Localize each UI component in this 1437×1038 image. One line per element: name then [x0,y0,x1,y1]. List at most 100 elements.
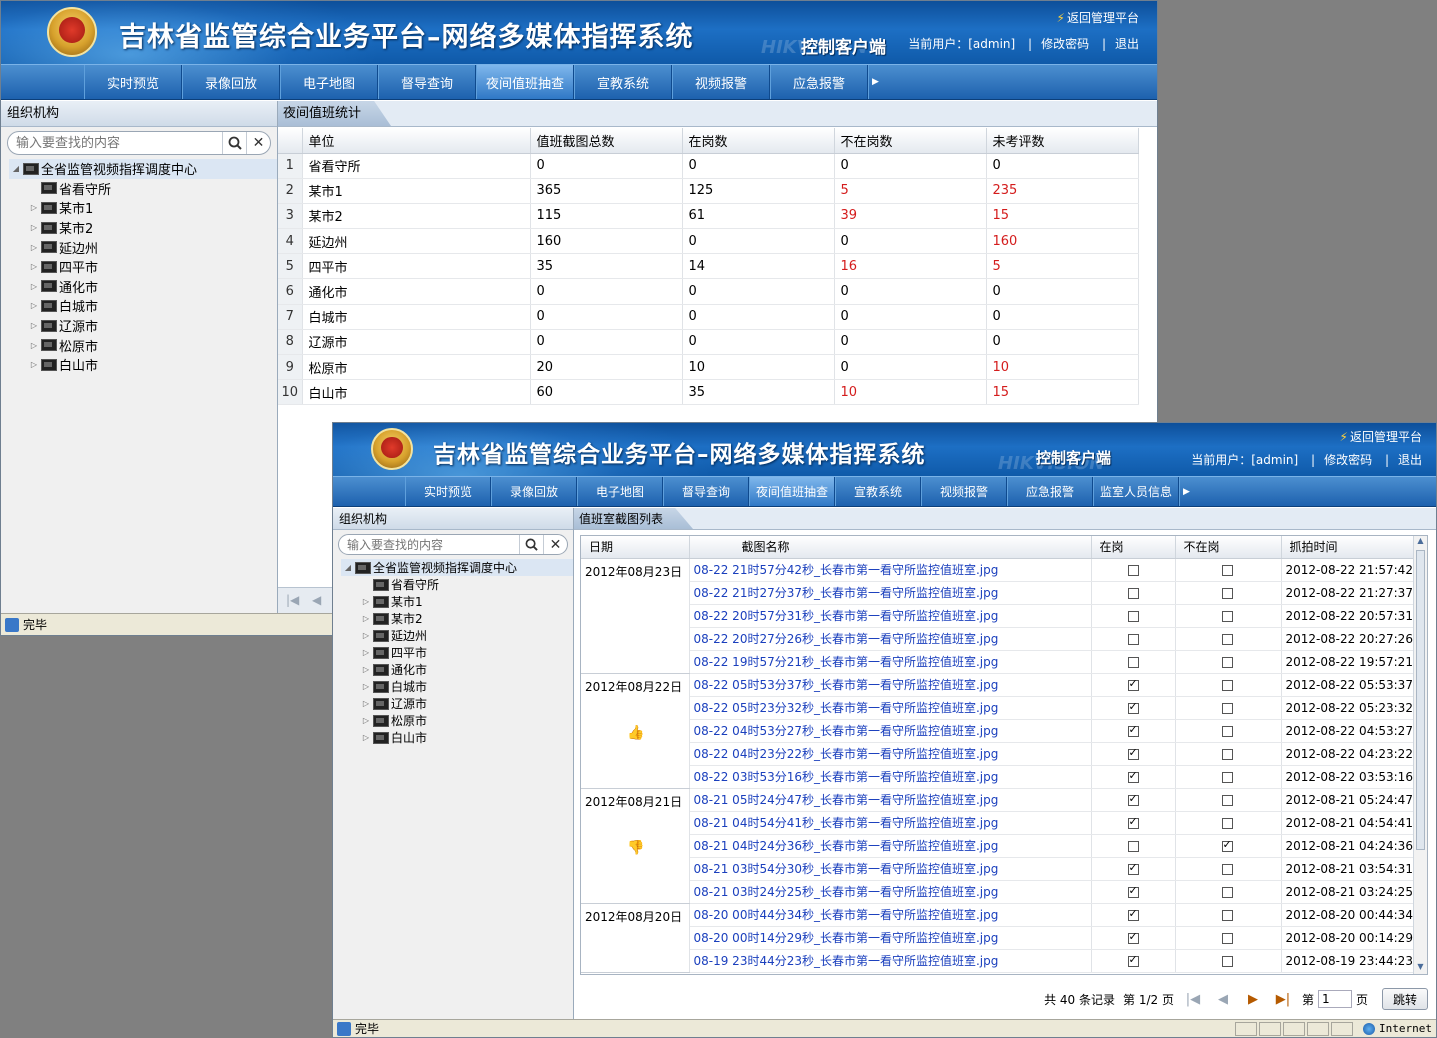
off-duty-checkbox[interactable] [1221,955,1233,967]
expand-arrow-icon[interactable]: ▷ [359,716,373,725]
screenshot-link[interactable]: 08-22 04时53分27秒_长春市第一看守所监控值班室.jpg [689,719,1092,743]
tree-item[interactable]: ▷ 某市1 [9,198,277,218]
nav-item[interactable]: 应急报警 [1007,477,1093,506]
expand-arrow-icon[interactable]: ▷ [359,597,373,606]
tree-item[interactable]: ▷ 辽源市 [9,316,277,336]
expand-arrow-icon[interactable]: ▷ [27,301,41,310]
first-page-icon[interactable]: |◀ [286,593,299,607]
off-duty-checkbox[interactable] [1221,771,1233,783]
table-row[interactable]: 5 四平市 35 14 16 5 [278,253,1139,280]
column-header[interactable]: 在岗 [1091,536,1176,559]
on-duty-checkbox[interactable] [1127,840,1139,852]
table-row[interactable]: 08-21 04时54分41秒_长春市第一看守所监控值班室.jpg 2012-08… [581,811,1427,835]
tree-item[interactable]: ▷ 某市1 [341,593,573,610]
table-row[interactable]: 08-22 20时57分31秒_长春市第一看守所监控值班室.jpg 2012-08… [581,604,1427,628]
table-row[interactable]: 2 某市1 365 125 5 235 [278,178,1139,204]
tree-item[interactable]: ▷ 某市2 [9,218,277,238]
tree-item[interactable]: ▷ 白城市 [9,296,277,316]
on-duty-checkbox[interactable] [1127,861,1139,875]
tree-item[interactable]: ▷ 通化市 [9,277,277,297]
tree-item[interactable]: ▷ 四平市 [9,257,277,277]
logout-link[interactable]: 退出 [1115,37,1139,51]
tree-item[interactable]: ▷ 松原市 [341,712,573,729]
table-row[interactable]: 08-22 03时53分16秒_长春市第一看守所监控值班室.jpg 2012-08… [581,765,1427,789]
column-header[interactable]: 单位 [302,128,531,154]
nav-item[interactable]: 实时预览 [84,65,182,99]
nav-item[interactable]: 视频报警 [672,65,770,99]
return-admin-link[interactable]: ⚡ 返回管理平台 [1340,428,1422,445]
last-page-icon[interactable]: ▶| [1268,992,1298,1007]
table-row[interactable]: 3 某市2 115 61 39 15 [278,203,1139,230]
nav-more-arrow-icon[interactable]: ▶ [868,65,882,99]
off-duty-checkbox[interactable] [1221,886,1233,898]
first-page-icon[interactable]: |◀ [1178,992,1208,1007]
screenshot-link[interactable]: 08-22 19时57分21秒_长春市第一看守所监控值班室.jpg [689,650,1092,674]
org-search-input[interactable] [347,535,517,554]
table-row[interactable]: 08-21 03时24分25秒_长春市第一看守所监控值班室.jpg 2012-08… [581,880,1427,904]
on-duty-checkbox[interactable] [1127,930,1139,944]
expand-arrow-icon[interactable]: ▷ [27,203,41,212]
tree-root[interactable]: ◢ 全省监管视频指挥调度中心 [9,159,277,179]
expand-arrow-icon[interactable]: ▷ [359,733,373,742]
off-duty-checkbox[interactable] [1221,702,1233,714]
tree-item[interactable]: 省看守所 [9,179,277,199]
on-duty-checkbox[interactable] [1127,656,1139,668]
on-duty-checkbox[interactable] [1127,677,1139,691]
column-header[interactable]: 日期 [581,536,690,559]
expand-arrow-icon[interactable]: ▷ [359,682,373,691]
screenshot-link[interactable]: 08-21 03时24分25秒_长春市第一看守所监控值班室.jpg [689,880,1092,904]
table-row[interactable]: 08-22 20时27分26秒_长春市第一看守所监控值班室.jpg 2012-08… [581,627,1427,651]
off-duty-checkbox[interactable] [1221,748,1233,760]
column-header[interactable]: 不在岗 [1175,536,1282,559]
search-icon[interactable] [519,535,543,554]
table-row[interactable]: 08-22 21时27分37秒_长春市第一看守所监控值班室.jpg 2012-08… [581,581,1427,605]
return-admin-link[interactable]: ⚡ 返回管理平台 [1057,9,1139,26]
on-duty-checkbox[interactable] [1127,907,1139,921]
on-duty-checkbox[interactable] [1127,723,1139,737]
tree-item[interactable]: ▷ 延边州 [9,237,277,257]
tree-item[interactable]: ▷ 白山市 [9,355,277,375]
vertical-scrollbar[interactable]: ▲ ▼ [1413,536,1427,974]
on-duty-checkbox[interactable] [1127,700,1139,714]
screenshot-link[interactable]: 08-21 04时24分36秒_长春市第一看守所监控值班室.jpg [689,834,1092,858]
expand-arrow-icon[interactable]: ▷ [27,243,41,252]
nav-item[interactable]: 电子地图 [577,477,663,506]
tab-night-duty-stats[interactable]: 夜间值班统计 [278,101,392,126]
scroll-thumb[interactable] [1416,550,1425,850]
off-duty-checkbox[interactable] [1221,633,1233,645]
table-row[interactable]: 2012年08月22日 👍 08-22 05时53分37秒_长春市第一看守所监控值班… [581,673,1427,789]
off-duty-checkbox[interactable] [1221,817,1233,829]
tree-item[interactable]: ▷ 通化市 [341,661,573,678]
table-row[interactable]: 6 通化市 0 0 0 0 [278,278,1139,305]
off-duty-checkbox[interactable] [1221,932,1233,944]
expand-arrow-icon[interactable]: ▷ [359,648,373,657]
tree-item[interactable]: ▷ 白城市 [341,678,573,695]
off-duty-checkbox[interactable] [1221,610,1233,622]
on-duty-checkbox[interactable] [1127,587,1139,599]
close-icon[interactable]: ✕ [246,132,270,154]
screenshot-link[interactable]: 08-22 21时57分42秒_长春市第一看守所监控值班室.jpg [689,558,1092,582]
column-header[interactable]: 值班截图总数 [530,128,683,154]
table-row[interactable]: 10 白山市 60 35 10 15 [278,379,1139,406]
change-password-link[interactable]: 修改密码 [1324,453,1372,467]
nav-item[interactable]: 督导查询 [378,65,476,99]
expand-arrow-icon[interactable]: ▷ [359,631,373,640]
goto-page-input[interactable] [1317,990,1352,1008]
table-row[interactable]: 1 省看守所 0 0 0 0 [278,153,1139,179]
off-duty-checkbox[interactable] [1221,587,1233,599]
on-duty-checkbox[interactable] [1127,564,1139,576]
table-row[interactable]: 08-22 05时23分32秒_长春市第一看守所监控值班室.jpg 2012-08… [581,696,1427,720]
screenshot-link[interactable]: 08-22 04时23分22秒_长春市第一看守所监控值班室.jpg [689,742,1092,766]
column-header[interactable]: 不在岗数 [834,128,987,154]
tree-root[interactable]: ◢ 全省监管视频指挥调度中心 [341,559,573,576]
nav-item[interactable]: 夜间值班抽查 [476,65,574,99]
screenshot-link[interactable]: 08-22 21时27分37秒_长春市第一看守所监控值班室.jpg [689,581,1092,605]
screenshot-link[interactable]: 08-21 05时24分47秒_长春市第一看守所监控值班室.jpg [689,788,1092,812]
nav-item[interactable]: 监室人员信息 [1093,477,1179,506]
on-duty-checkbox[interactable] [1127,815,1139,829]
nav-item[interactable]: 宣教系统 [835,477,921,506]
tree-item[interactable]: ▷ 四平市 [341,644,573,661]
off-duty-checkbox[interactable] [1221,679,1233,691]
prev-page-icon[interactable]: ◀ [1208,992,1238,1007]
expand-arrow-icon[interactable]: ▷ [359,699,373,708]
